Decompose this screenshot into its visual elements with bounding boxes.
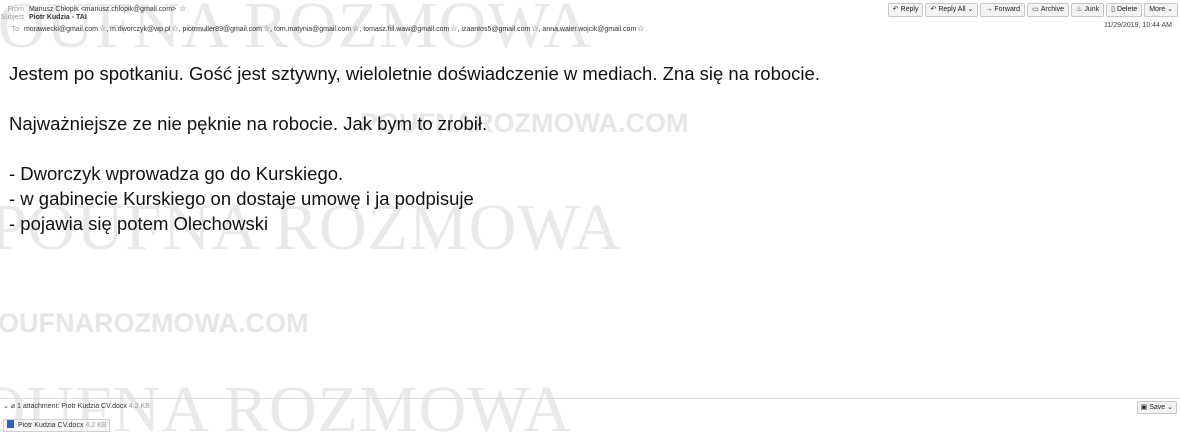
reply-all-label: Reply All	[938, 6, 966, 13]
forward-button[interactable]: → Forward	[980, 3, 1026, 17]
chevron-down-icon: ⌄	[1167, 6, 1173, 13]
star-outline-icon[interactable]: ☆	[99, 24, 106, 33]
message-line: Jestem po spotkaniu. Gość jest sztywny, …	[9, 63, 820, 84]
paperclip-icon: ⌀	[10, 403, 16, 410]
reply-all-button[interactable]: ↶ Reply All ⌄	[925, 3, 979, 17]
attachment-summary: 1 attachment: Piotr Kudzia CV.docx	[17, 403, 127, 410]
forward-arrow-icon: →	[985, 6, 993, 13]
subject-label: Subject	[0, 14, 24, 21]
junk-icon: ♨	[1076, 6, 1083, 13]
junk-label: Junk	[1084, 6, 1100, 13]
recipient[interactable]: morawiecki@gmail.com	[24, 26, 98, 33]
recipient[interactable]: anna.waler.wojcik@gmail.com	[542, 26, 636, 33]
chevron-down-icon[interactable]: ⌄	[1167, 404, 1173, 411]
star-outline-icon[interactable]: ☆	[352, 24, 359, 33]
from-label: From	[7, 6, 24, 13]
forward-label: Forward	[994, 6, 1021, 13]
more-button[interactable]: More ⌄	[1144, 3, 1178, 17]
save-label: Save	[1149, 404, 1166, 411]
subject-row: Subject Piotr Kudzia - TAI	[0, 14, 87, 21]
recipient[interactable]: tom.matynia@gmail.com	[274, 26, 351, 33]
message-line: - w gabinecie Kurskiego on dostaje umowę…	[9, 188, 474, 209]
recipient[interactable]: piotrmuller89@gmail.com	[183, 26, 262, 33]
chevron-down-icon[interactable]: ⌄	[3, 403, 9, 410]
message-line: Najważniejsze ze nie pęknie na robocie. …	[9, 113, 488, 134]
from-row: From Mariusz Chłopik <mariusz.chlopik@gm…	[0, 4, 187, 13]
archive-label: Archive	[1040, 6, 1065, 13]
reply-arrow-icon: ↶	[892, 6, 899, 13]
recipient[interactable]: m.dworczyk@wp.pl	[110, 26, 170, 33]
word-document-icon	[7, 420, 14, 428]
message-date: 11/29/2019, 10:44 AM	[1104, 22, 1172, 29]
attachment-item[interactable]: Piotr Kudzia CV.docx 4.2 KB	[3, 419, 111, 432]
attachment-toggle[interactable]: ⌄ ⌀ 1 attachment: Piotr Kudzia CV.docx 4…	[3, 402, 150, 410]
reply-label: Reply	[900, 6, 919, 13]
recipient[interactable]: tomasz.fill.waw@gmail.com	[363, 26, 449, 33]
to-label: To	[11, 26, 19, 33]
reply-button[interactable]: ↶ Reply	[887, 3, 924, 17]
message-body: Jestem po spotkaniu. Gość jest sztywny, …	[9, 61, 1169, 236]
subject-value: Piotr Kudzia - TAI	[28, 14, 87, 21]
reply-all-icon: ↶	[930, 6, 937, 13]
star-outline-icon[interactable]: ☆	[263, 24, 270, 33]
trash-icon: ▯	[1111, 6, 1115, 13]
star-outline-icon[interactable]: ☆	[450, 24, 457, 33]
archive-icon: ▭	[1032, 6, 1039, 13]
attachment-bar: ⌄ ⌀ 1 attachment: Piotr Kudzia CV.docx 4…	[0, 398, 1180, 416]
star-outline-icon[interactable]: ☆	[531, 24, 538, 33]
archive-button[interactable]: ▭ Archive	[1027, 3, 1070, 17]
message-toolbar: ↶ Reply ↶ Reply All ⌄ → Forward ▭ Archive ♨ J…	[887, 3, 1178, 17]
attachment-file-name: Piotr Kudzia CV.docx	[17, 422, 84, 429]
delete-button[interactable]: ▯ Delete	[1106, 3, 1143, 17]
to-row: To morawiecki@gmail.com☆, m.dworczyk@wp.…	[5, 24, 645, 33]
junk-button[interactable]: ♨ Junk	[1071, 3, 1105, 17]
star-outline-icon[interactable]: ☆	[179, 4, 186, 13]
attachment-summary-size: 4.2 KB	[128, 403, 150, 410]
chevron-down-icon[interactable]: ⌄	[968, 6, 974, 13]
from-value[interactable]: Mariusz Chłopik <mariusz.chlopik@gmail.c…	[29, 6, 176, 13]
save-button[interactable]: ▣ Save ⌄	[1136, 401, 1177, 414]
more-label: More	[1149, 6, 1166, 13]
message-line: - Dworczyk wprowadza go do Kurskiego.	[9, 163, 344, 184]
watermark-sans: POUFNAROZMOWA.COM	[0, 308, 309, 338]
star-outline-icon[interactable]: ☆	[637, 24, 644, 33]
save-icon: ▣	[1140, 404, 1148, 411]
delete-label: Delete	[1116, 6, 1138, 13]
message-line: - pojawia się potem Olechowski	[9, 213, 269, 234]
attachment-file-size: 4.2 KB	[85, 422, 107, 429]
recipient[interactable]: izaantos5@gmail.com	[461, 26, 530, 33]
star-outline-icon[interactable]: ☆	[171, 24, 178, 33]
